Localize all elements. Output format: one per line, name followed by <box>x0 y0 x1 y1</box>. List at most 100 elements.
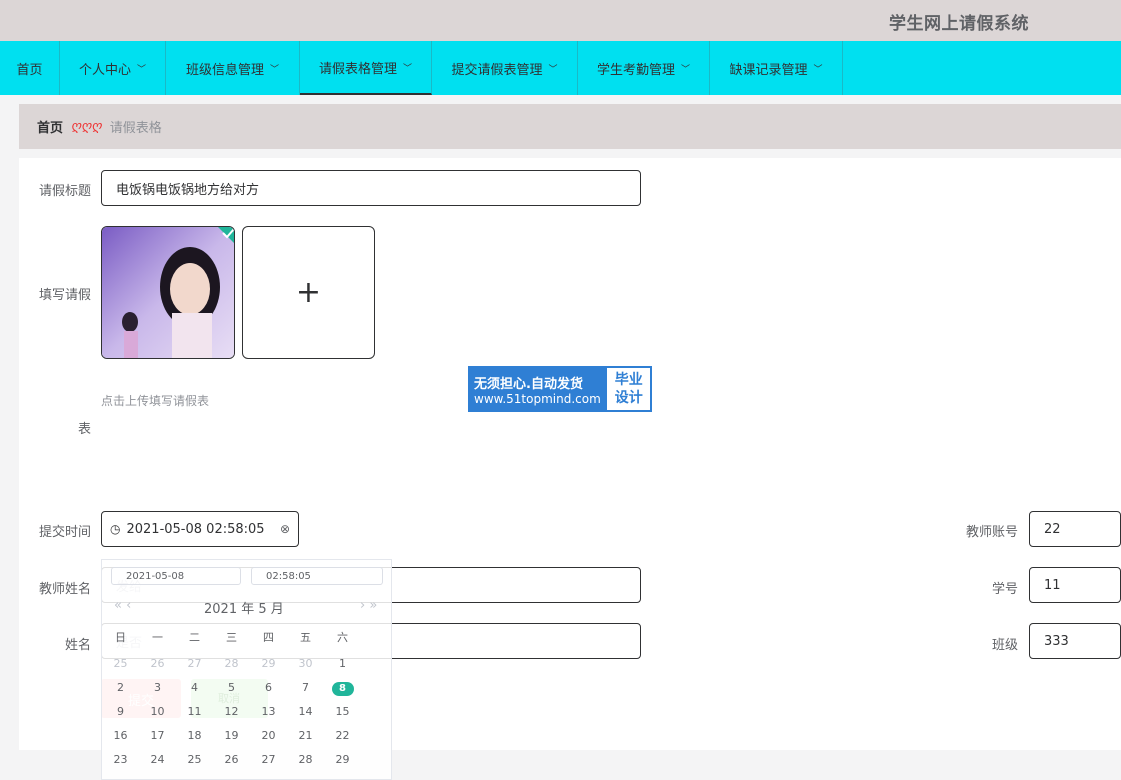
plus-icon: + <box>295 275 322 310</box>
watermark-banner: 无须担心.自动发货 www.51topmind.com 毕业 设计 <box>468 366 652 412</box>
weekday: 一 <box>152 631 163 644</box>
class-label: 班级 <box>991 638 1018 653</box>
upload-button[interactable]: + <box>242 226 375 359</box>
upload-tip: 点击上传填写请假表 <box>101 394 210 408</box>
portrait-image <box>102 227 234 358</box>
nav-item-attendance[interactable]: 学生考勤管理 ﹀ <box>578 41 710 95</box>
date-cell[interactable]: 26 <box>213 748 250 772</box>
nav-label: 个人中心 <box>78 62 131 78</box>
uploaded-image[interactable] <box>101 226 235 359</box>
picker-week: 25 26 27 28 29 30 1 <box>102 652 393 676</box>
date-cell[interactable]: 16 <box>102 724 139 748</box>
nav-label: 提交请假表管理 <box>451 62 543 78</box>
next-month-year-button[interactable]: › » <box>360 598 377 613</box>
weekday: 四 <box>263 631 274 644</box>
teacher-name-label: 教师姓名 <box>38 582 91 597</box>
picker-week: 23 24 25 26 27 28 29 <box>102 748 393 772</box>
date-picker-popup: 2021-05-08 02:58:05 « ‹ 2021 年 5 月 › » 日… <box>101 559 392 780</box>
date-cell[interactable]: 18 <box>176 724 213 748</box>
weekday: 五 <box>300 631 311 644</box>
nav-label: 班级信息管理 <box>185 62 264 78</box>
nav-label: 请假表格管理 <box>318 61 397 77</box>
nav-label: 首页 <box>16 62 43 78</box>
cancel-button-label: 取消 <box>218 692 240 705</box>
breadcrumb-home[interactable]: 首页 <box>37 117 63 136</box>
date-cell[interactable]: 4 <box>176 676 213 700</box>
date-cell[interactable]: 30 <box>287 652 324 676</box>
top-header: 学生网上请假系统 <box>0 0 1121 41</box>
upload-label-cont: 表 <box>77 422 91 437</box>
date-cell[interactable]: 27 <box>176 652 213 676</box>
weekday: 三 <box>226 631 237 644</box>
chevron-down-icon: ﹀ <box>270 64 280 75</box>
upload-label: 填写请假 <box>38 288 91 303</box>
picker-week: 16 17 18 19 20 21 22 <box>102 724 393 748</box>
nav-label: 缺课记录管理 <box>729 62 808 78</box>
date-cell-today[interactable]: 8 <box>324 676 361 700</box>
date-cell[interactable]: 15 <box>324 700 361 724</box>
nav-item-home[interactable]: 首页 <box>0 41 60 95</box>
date-cell[interactable]: 25 <box>176 748 213 772</box>
date-cell[interactable]: 25 <box>102 652 139 676</box>
prev-year-month-button[interactable]: « ‹ <box>114 598 131 613</box>
date-cell[interactable]: 1 <box>324 652 361 676</box>
chevron-down-icon: ﹀ <box>681 64 691 75</box>
student-id-label: 学号 <box>991 582 1018 597</box>
clock-icon: ◷ <box>110 522 121 536</box>
nav-item-submit-leave[interactable]: 提交请假表管理 ﹀ <box>432 41 578 95</box>
date-cell[interactable]: 19 <box>213 724 250 748</box>
chevron-down-icon: ﹀ <box>813 64 823 75</box>
chevron-down-icon: ﹀ <box>548 64 558 75</box>
date-cell[interactable]: 20 <box>250 724 287 748</box>
nav-item-absence[interactable]: 缺课记录管理 ﹀ <box>710 41 843 95</box>
student-id-input[interactable]: 11 <box>1029 567 1121 603</box>
breadcrumb-current: 请假表格 <box>109 121 162 136</box>
chevron-down-icon: ﹀ <box>137 64 147 75</box>
date-cell[interactable]: 21 <box>287 724 324 748</box>
date-cell[interactable]: 13 <box>250 700 287 724</box>
nav-item-leave-forms[interactable]: 请假表格管理 ﹀ <box>300 41 432 95</box>
today-marker: 8 <box>331 682 354 696</box>
class-input[interactable]: 333 <box>1029 623 1121 659</box>
date-cell[interactable]: 28 <box>287 748 324 772</box>
title-label: 请假标题 <box>38 184 91 199</box>
date-cell[interactable]: 6 <box>250 676 287 700</box>
picker-year-month: 2021 年 5 月 <box>204 602 284 617</box>
date-cell[interactable]: 24 <box>139 748 176 772</box>
date-cell[interactable]: 7 <box>287 676 324 700</box>
date-cell[interactable]: 11 <box>176 700 213 724</box>
watermark-badge1: 毕业 <box>614 372 643 388</box>
teacher-account-input[interactable]: 22 <box>1029 511 1121 547</box>
picker-weekdays: 日 一 二 三 四 五 六 <box>102 626 393 650</box>
date-cell[interactable]: 29 <box>250 652 287 676</box>
date-cell[interactable]: 23 <box>102 748 139 772</box>
date-cell[interactable]: 26 <box>139 652 176 676</box>
weekday: 日 <box>115 631 126 644</box>
title-input[interactable]: 电饭锅电饭锅地方给对方 <box>101 170 641 206</box>
date-cell[interactable]: 14 <box>287 700 324 724</box>
weekday: 六 <box>337 631 348 644</box>
chevron-down-icon: ﹀ <box>403 63 413 74</box>
submit-time-picker[interactable]: ◷ 2021-05-08 02:58:05 ⊗ <box>101 511 299 547</box>
nav-item-class-info[interactable]: 班级信息管理 ﹀ <box>166 41 300 95</box>
app-title: 学生网上请假系统 <box>889 14 1029 34</box>
submit-time-value: 2021-05-08 02:58:05 <box>126 521 265 537</box>
date-cell[interactable]: 17 <box>139 724 176 748</box>
picker-date-input[interactable]: 2021-05-08 <box>111 567 241 585</box>
watermark-line1: 无须担心.自动发货 <box>474 376 583 392</box>
date-cell[interactable]: 29 <box>324 748 361 772</box>
date-cell[interactable]: 28 <box>213 652 250 676</box>
nav-item-personal-center[interactable]: 个人中心 ﹀ <box>60 41 166 95</box>
date-cell[interactable]: 27 <box>250 748 287 772</box>
submit-time-label: 提交时间 <box>38 525 91 540</box>
main-nav: 首页 个人中心 ﹀ 班级信息管理 ﹀ 请假表格管理 ﹀ 提交请假表管理 ﹀ 学生考勤管理… <box>0 41 1121 95</box>
watermark-badge2: 设计 <box>614 390 643 406</box>
submit-button-label: 提交 <box>128 694 155 709</box>
teacher-account-label: 教师账号 <box>965 525 1018 540</box>
name-label: 姓名 <box>64 638 91 653</box>
clear-icon[interactable]: ⊗ <box>280 522 290 536</box>
picker-time-input[interactable]: 02:58:05 <box>251 567 383 585</box>
date-cell[interactable]: 22 <box>324 724 361 748</box>
breadcrumb-separator: ღღღ <box>71 119 102 134</box>
watermark-url: www.51topmind.com <box>474 391 601 406</box>
